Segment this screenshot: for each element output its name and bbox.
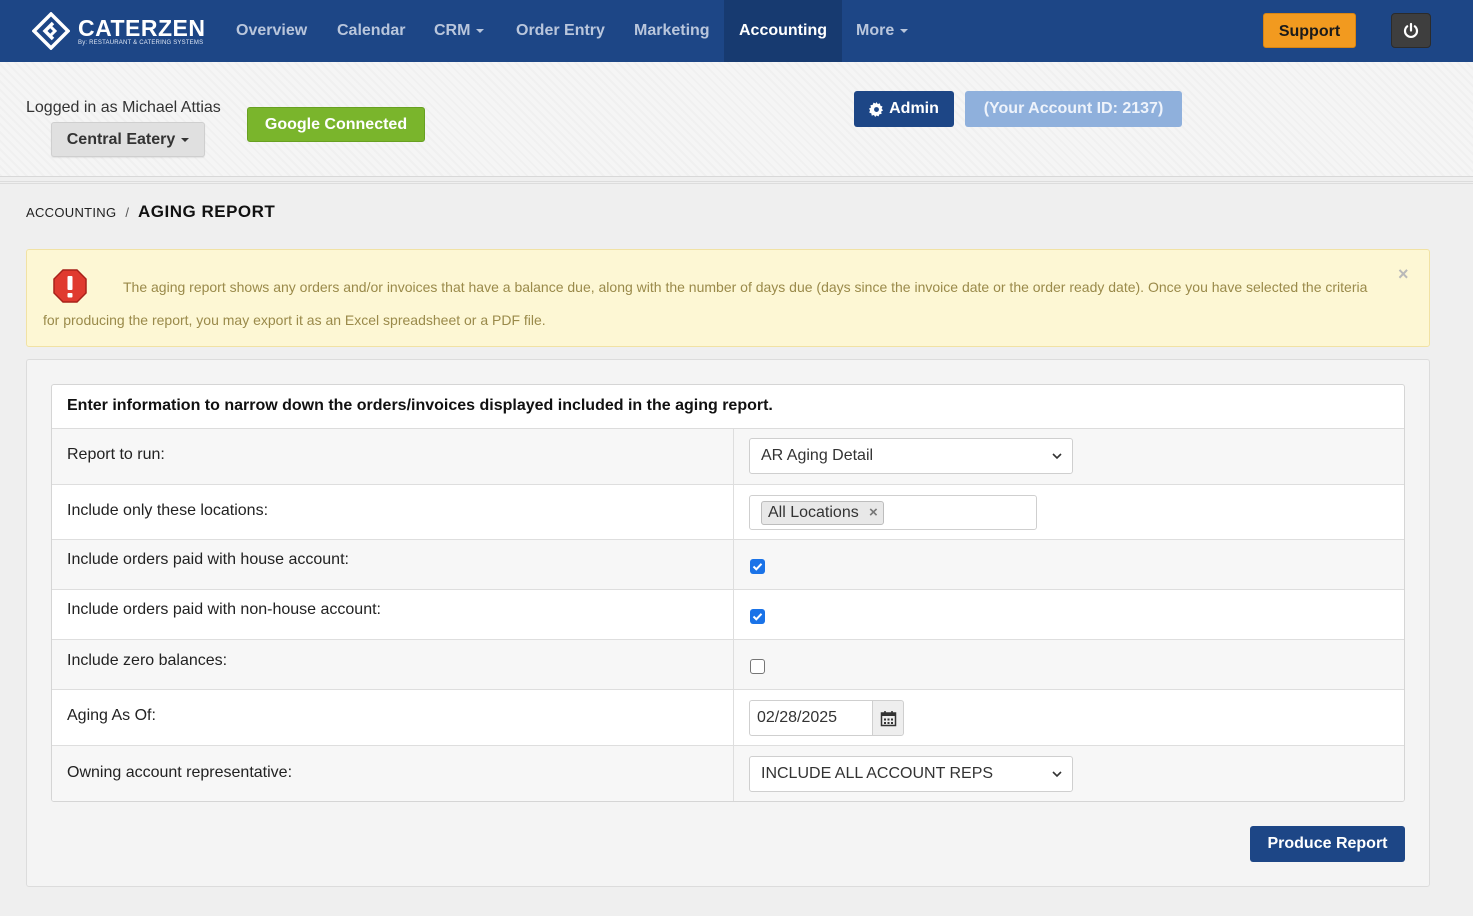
breadcrumb-separator: / — [125, 205, 130, 220]
aging-as-of-label: Aging As Of: — [67, 707, 156, 724]
nav-order-entry[interactable]: Order Entry — [516, 0, 605, 62]
power-icon — [1403, 22, 1419, 38]
nav-more[interactable]: More — [856, 0, 909, 62]
info-alert: The aging report shows any orders and/or… — [26, 249, 1430, 347]
divider — [0, 181, 1473, 184]
house-account-checkbox[interactable] — [750, 559, 765, 574]
google-connected-button[interactable]: Google Connected — [247, 107, 425, 142]
produce-report-button[interactable]: Produce Report — [1250, 826, 1405, 862]
account-bar — [0, 62, 1473, 177]
exclamation-icon — [53, 269, 87, 303]
report-label: Report to run: — [67, 446, 165, 463]
breadcrumb-accounting[interactable]: ACCOUNTING — [26, 205, 116, 220]
support-button[interactable]: Support — [1263, 13, 1356, 48]
account-rep-label: Owning account representative: — [67, 764, 293, 781]
nav-marketing[interactable]: Marketing — [634, 0, 710, 62]
checkmark-icon — [752, 563, 763, 571]
row-non-house-account: Include orders paid with non-house accou… — [52, 590, 1404, 640]
checkmark-icon — [752, 613, 763, 621]
zero-balances-label: Include zero balances: — [67, 652, 228, 669]
non-house-account-label: Include orders paid with non-house accou… — [67, 601, 381, 618]
chevron-down-icon — [1052, 771, 1062, 778]
chevron-down-icon — [181, 137, 190, 142]
top-navbar: CATERZEN By: RESTAURANT & CATERING SYSTE… — [0, 0, 1473, 62]
report-select[interactable]: AR Aging Detail — [749, 438, 1073, 474]
criteria-heading: Enter information to narrow down the ord… — [52, 385, 1404, 429]
chevron-down-icon — [476, 28, 485, 33]
row-locations: Include only these locations: All Locati… — [52, 485, 1404, 540]
caterzen-logo[interactable]: CATERZEN By: RESTAURANT & CATERING SYSTE… — [32, 12, 206, 50]
nav-accounting[interactable]: Accounting — [724, 0, 842, 62]
account-id-badge: (Your Account ID: 2137) — [965, 91, 1182, 127]
logo-diamond-icon — [32, 12, 70, 50]
alert-close-button[interactable]: × — [1398, 264, 1409, 285]
criteria-panel: Enter information to narrow down the ord… — [51, 384, 1405, 802]
admin-button[interactable]: Admin — [854, 91, 954, 127]
row-aging-as-of: Aging As Of: 02/28/2025 — [52, 690, 1404, 746]
location-tag: All Locations × — [761, 501, 884, 525]
page-title: AGING REPORT — [138, 202, 276, 221]
calendar-icon — [880, 710, 896, 726]
nav-calendar[interactable]: Calendar — [337, 0, 405, 62]
remove-tag-icon[interactable]: × — [869, 502, 878, 524]
brand-tagline: By: RESTAURANT & CATERING SYSTEMS — [78, 39, 204, 46]
breadcrumb: ACCOUNTING / AGING REPORT — [26, 202, 275, 222]
chevron-down-icon — [900, 28, 909, 33]
aging-date-input[interactable]: 02/28/2025 — [749, 700, 872, 736]
locations-label: Include only these locations: — [67, 502, 269, 519]
zero-balances-checkbox[interactable] — [750, 659, 765, 674]
nav-overview[interactable]: Overview — [236, 0, 307, 62]
location-dropdown[interactable]: Central Eatery — [51, 122, 205, 157]
row-account-rep: Owning account representative: INCLUDE A… — [52, 746, 1404, 801]
gear-icon — [869, 101, 884, 117]
logged-in-text: Logged in as Michael Attias — [26, 99, 221, 116]
row-report-to-run: Report to run: AR Aging Detail — [52, 429, 1404, 485]
row-house-account: Include orders paid with house account: — [52, 540, 1404, 590]
date-picker-button[interactable] — [872, 700, 904, 736]
alert-text: The aging report shows any orders and/or… — [43, 279, 1368, 328]
chevron-down-icon — [1052, 453, 1062, 460]
logout-button[interactable] — [1391, 13, 1431, 48]
non-house-account-checkbox[interactable] — [750, 609, 765, 624]
brand-name: CATERZEN — [78, 14, 206, 41]
account-rep-select[interactable]: INCLUDE ALL ACCOUNT REPS — [749, 756, 1073, 792]
house-account-label: Include orders paid with house account: — [67, 551, 349, 568]
locations-multiselect[interactable]: All Locations × — [749, 495, 1037, 530]
row-zero-balances: Include zero balances: — [52, 640, 1404, 690]
nav-crm[interactable]: CRM — [434, 0, 485, 62]
